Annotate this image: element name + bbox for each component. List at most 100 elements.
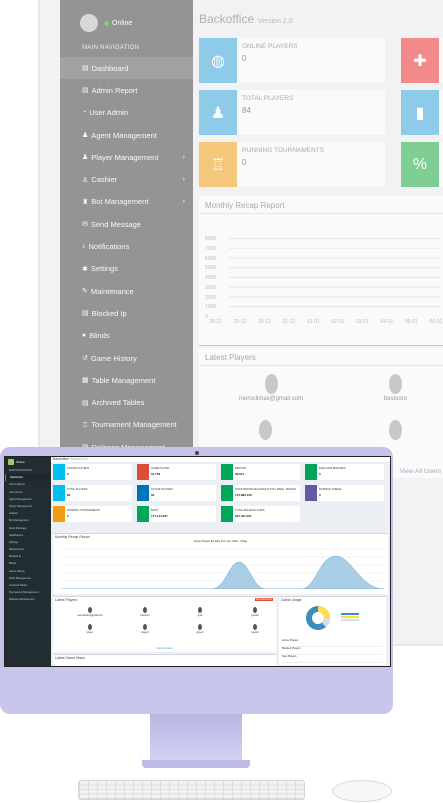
- sidebar-item-bot-management[interactable]: ♜ Bot Management ›: [60, 191, 193, 213]
- chart-area-series: [61, 555, 384, 589]
- player-card[interactable]: [259, 420, 272, 442]
- sidebar-item[interactable]: Game History: [5, 568, 51, 575]
- bg-user-panel: Online: [80, 14, 132, 32]
- stat-label: RUNNING TOURNAMENTS: [242, 147, 325, 154]
- player-card[interactable]: gmit: [183, 607, 217, 617]
- stat-card[interactable]: DEPOSIT 30,871: [221, 464, 300, 480]
- player-card[interactable]: meroclimax@gmail.com: [239, 374, 303, 402]
- sidebar-item-user-admin[interactable]: ◔ User Admin: [60, 102, 193, 124]
- sidebar-item-table-management[interactable]: ▦ Table Management: [60, 369, 193, 391]
- x-tick-label: 02-01: [331, 319, 345, 325]
- sidebar-item-game-history[interactable]: ↺ Game History: [60, 347, 193, 369]
- sidebar-item[interactable]: Cashier: [5, 510, 51, 517]
- report-icon: ▤: [82, 87, 89, 95]
- table-icon: ▦: [82, 377, 89, 385]
- player-card[interactable]: guest5: [238, 607, 272, 617]
- dashboard-main: Backoffice Version 2.0 ONLINE PLAYERS 0 GA…: [51, 457, 390, 666]
- stat-label: ONLINE PLAYERS: [242, 43, 298, 50]
- stat-card[interactable]: ▮ACTIVE PLAYE62: [401, 90, 443, 135]
- stat-icon: [137, 485, 149, 501]
- player-name: vtagent: [141, 631, 149, 634]
- stat-card[interactable]: OUTSTANDING BALANCE (TOTAL FREE - BONUS)…: [221, 485, 300, 501]
- x-tick-label: 03-01: [356, 319, 369, 325]
- y-tick-label: 3000: [205, 284, 217, 291]
- stat-card[interactable]: ♖ RUNNING TOURNAMENTS 0: [199, 142, 385, 187]
- sidebar-item[interactable]: Table Management: [5, 575, 51, 582]
- game-usage-panel: Game Usage Active Players Blocked Players…: [279, 596, 386, 665]
- player-card[interactable]: [389, 420, 402, 442]
- player-card[interactable]: bestsoro: [384, 374, 407, 402]
- stat-card[interactable]: ◍ ONLINE PLAYERS 0: [199, 38, 385, 83]
- stat-card[interactable]: GAME PLAYED 51,753: [137, 464, 216, 480]
- sidebar-item-settings[interactable]: ✱ Settings: [60, 258, 193, 280]
- sidebar-item-blinds[interactable]: ● Blinds: [60, 325, 193, 347]
- sidebar-item[interactable]: Send Message: [5, 525, 51, 532]
- sidebar-item-label: Game History: [90, 353, 137, 363]
- latest-game-history-panel: Latest Game Histor: [53, 654, 276, 666]
- view-all-users-link[interactable]: View All Users: [400, 468, 441, 475]
- player-name: gmit: [197, 614, 203, 617]
- sidebar-item-blocked-ip[interactable]: ▤ Blocked Ip: [60, 302, 193, 324]
- sidebar-item[interactable]: Dashboard: [5, 474, 51, 482]
- stat-value: 0: [242, 158, 247, 167]
- view-all-users-link[interactable]: View All Users: [53, 647, 276, 650]
- stat-card[interactable]: %BOTS177,144,937: [401, 142, 443, 187]
- sidebar-item[interactable]: Bot Management: [5, 517, 51, 524]
- stat-card[interactable]: TOTAL PLAYERS 84: [53, 485, 132, 501]
- stat-card[interactable]: RUNNING TOURNAMENTS 0: [53, 506, 132, 522]
- sidebar-item[interactable]: Tournament Management: [5, 589, 51, 596]
- sidebar-item-agent-management[interactable]: ♟ Agent Management: [60, 124, 193, 146]
- sidebar-item-cashier[interactable]: ♙ Cashier ›: [60, 168, 193, 190]
- stat-card[interactable]: EVALUATE BONUSES 0: [305, 464, 384, 480]
- x-tick-label: 05-01: [405, 319, 418, 325]
- sidebar-item-notifications[interactable]: ♪ Notifications: [60, 235, 193, 257]
- stat-card[interactable]: TOTAL BALANCE CHIPS 947,491,001: [221, 506, 300, 522]
- stat-card[interactable]: RUNNING TABLES 0: [305, 485, 384, 501]
- player-card[interactable]: meroclimax@gmail.com: [73, 607, 107, 617]
- dashboard-sidebar: Online MAIN NAVIGATION Dashboard Admin Rep…: [5, 457, 51, 666]
- sidebar-item[interactable]: User Admin: [5, 489, 51, 496]
- stat-label: DEPOSIT: [235, 467, 247, 470]
- stat-value: 0: [319, 472, 321, 476]
- sidebar-item-maintenance[interactable]: ✎ Maintenance: [60, 280, 193, 302]
- player-name: grpent: [196, 631, 204, 634]
- sidebar-item-send-message[interactable]: ✉ Send Message: [60, 213, 193, 235]
- stat-label: TOTAL BALANCE CHIPS: [235, 509, 265, 512]
- stat-card[interactable]: ✚GAME PLAYED51.753: [401, 38, 443, 83]
- y-tick-label: 7000: [205, 245, 217, 252]
- avatar: [259, 420, 272, 440]
- sidebar-item[interactable]: Settings: [5, 539, 51, 546]
- sidebar-item[interactable]: Player Management: [5, 503, 51, 510]
- monthly-recap-panel: Monthly Recap Report 8000 7000 6000 5000 400…: [199, 196, 443, 346]
- stat-card[interactable]: ♟ TOTAL PLAYERS 84: [199, 90, 385, 135]
- player-card[interactable]: player: [73, 624, 107, 634]
- player-card[interactable]: bestsoro: [128, 607, 162, 617]
- sidebar-item-player-management[interactable]: ♟ Player Management ›: [60, 146, 193, 168]
- stat-card[interactable]: ACTIVE PLAYERS 62: [137, 485, 216, 501]
- player-card[interactable]: guest2: [238, 624, 272, 634]
- stat-value: 0: [67, 472, 69, 476]
- sidebar-item[interactable]: Agent Management: [5, 496, 51, 503]
- sidebar-item[interactable]: Release Management: [5, 596, 51, 603]
- stat-icon: ▮: [401, 90, 439, 135]
- player-card[interactable]: grpent: [183, 624, 217, 634]
- stat-card[interactable]: ONLINE PLAYERS 0: [53, 464, 132, 480]
- sidebar-item[interactable]: Archived Tables: [5, 582, 51, 589]
- sidebar-item[interactable]: Notifications: [5, 532, 51, 539]
- usage-row: Active Players: [282, 639, 382, 647]
- imac-stand: [150, 714, 242, 764]
- stat-icon: [53, 506, 65, 522]
- player-card[interactable]: vtagent: [128, 624, 162, 634]
- sidebar-item[interactable]: Blinds: [5, 560, 51, 567]
- stat-card[interactable]: BOTS 177,144,937: [137, 506, 216, 522]
- sidebar-item-tournament-management[interactable]: ♖ Tournament Management: [60, 414, 193, 436]
- sidebar-item[interactable]: Maintenance: [5, 546, 51, 553]
- avatar: [253, 624, 257, 630]
- sidebar-item-dashboard[interactable]: ▤ Dashboard: [60, 57, 193, 80]
- page-title: Backoffice Version 2.0: [199, 12, 293, 26]
- panel-title: Game Usage: [281, 598, 302, 602]
- sidebar-item-archived-tables[interactable]: ▤ Archived Tables: [60, 391, 193, 413]
- sidebar-item[interactable]: Admin Report: [5, 481, 51, 488]
- sidebar-item[interactable]: Blocked Ip: [5, 553, 51, 560]
- sidebar-item-admin-report[interactable]: ▤ Admin Report: [60, 79, 193, 101]
